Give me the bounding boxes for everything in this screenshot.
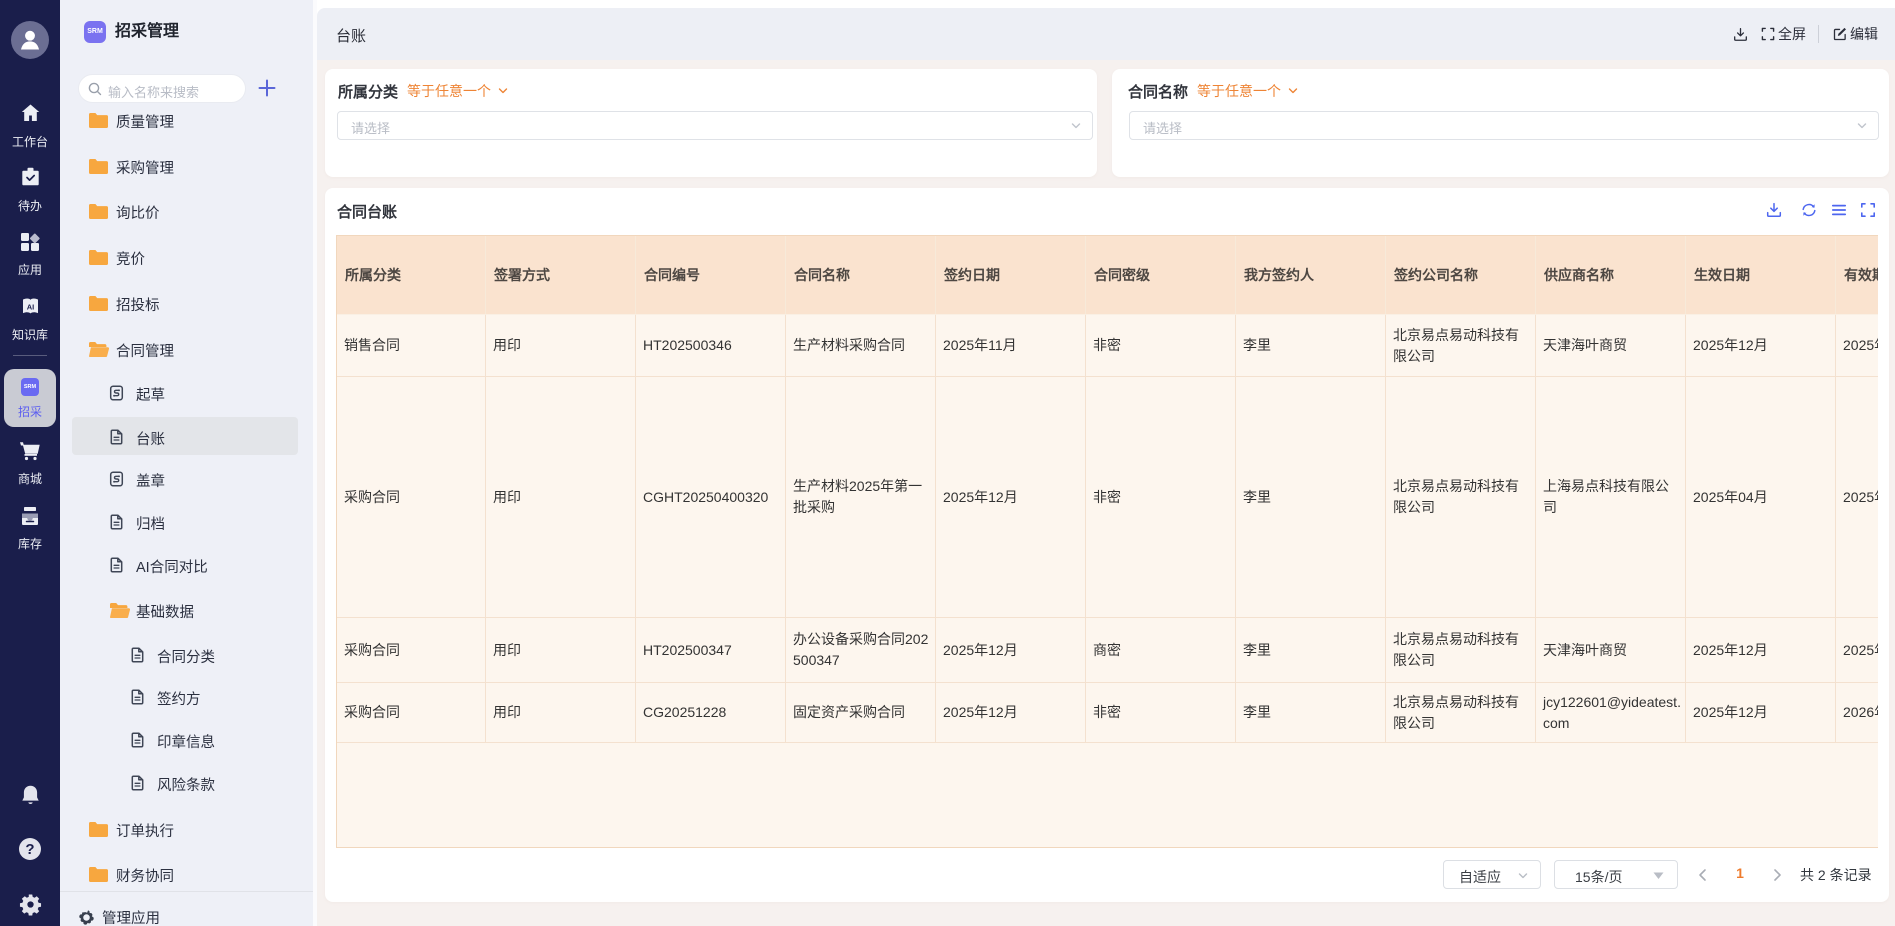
svg-text:AI: AI [26, 303, 34, 312]
svg-text:?: ? [25, 841, 34, 858]
